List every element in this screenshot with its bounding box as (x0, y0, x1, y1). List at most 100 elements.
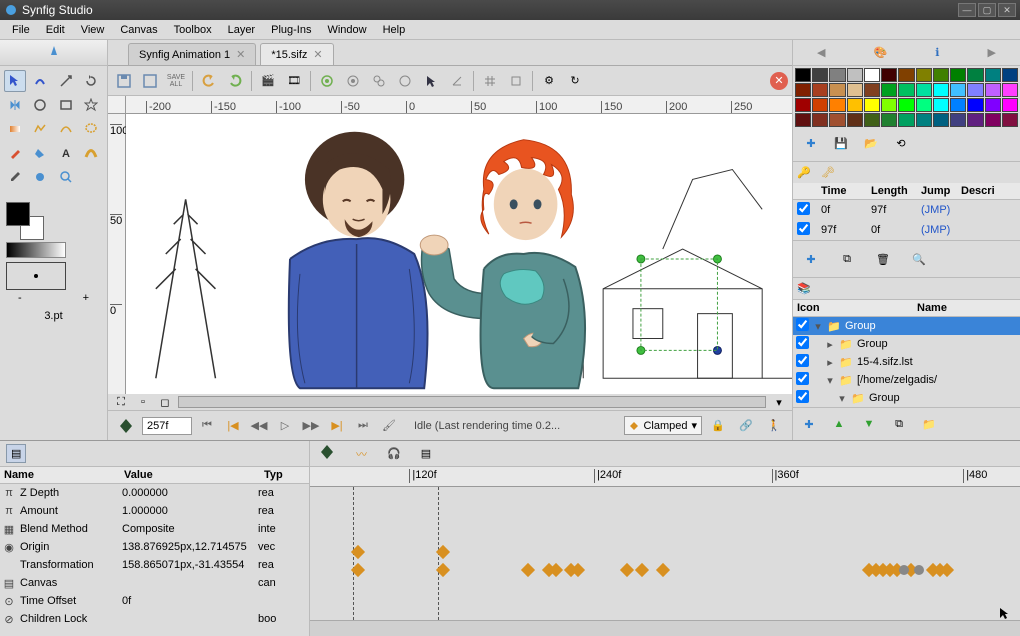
tl-tab-sound-icon[interactable]: 🎧 (387, 447, 401, 460)
nav-info-icon[interactable]: ℹ (935, 46, 939, 59)
kf-del-icon[interactable]: 🗑 (871, 247, 895, 271)
next-key-icon[interactable]: ▶| (326, 415, 348, 437)
tool-rotate[interactable] (80, 70, 102, 92)
anim-mode-icon[interactable] (114, 414, 138, 438)
palette-color[interactable] (881, 113, 897, 127)
tool-width[interactable] (80, 142, 102, 164)
menu-help[interactable]: Help (375, 22, 414, 38)
keyframe-check[interactable] (797, 202, 810, 215)
tool-scale[interactable] (55, 70, 77, 92)
palette-color[interactable] (829, 98, 845, 112)
timeline-track[interactable] (310, 487, 1020, 620)
menu-toolbox[interactable]: Toolbox (166, 22, 220, 38)
palette-color[interactable] (795, 113, 811, 127)
param-value[interactable]: 0.000000 (118, 487, 258, 499)
menu-plug-ins[interactable]: Plug-Ins (263, 22, 319, 38)
play-icon[interactable]: ▷ (274, 415, 296, 437)
palette-color[interactable] (985, 113, 1001, 127)
palette-color[interactable] (967, 113, 983, 127)
palette-default-icon[interactable]: ⟲ (889, 131, 913, 155)
nav-palette-icon[interactable]: 🎨 (874, 46, 888, 59)
keyframe-key2-icon[interactable]: 🗝 (821, 166, 835, 179)
prev-key-icon[interactable]: |◀ (222, 415, 244, 437)
mode2-icon[interactable] (367, 69, 391, 93)
menu-file[interactable]: File (4, 22, 38, 38)
palette-color[interactable] (916, 68, 932, 82)
layer-row[interactable]: ▾📁Group (793, 317, 1020, 335)
palette-color[interactable] (881, 83, 897, 97)
menu-layer[interactable]: Layer (220, 22, 264, 38)
palette-color[interactable] (1002, 113, 1018, 127)
palette-color[interactable] (812, 68, 828, 82)
zoom-1-icon[interactable]: ▫ (134, 393, 152, 411)
palette-color[interactable] (950, 83, 966, 97)
layer-up-icon[interactable]: ▲ (827, 412, 851, 436)
brush-smaller[interactable]: - (18, 292, 22, 304)
palette-color[interactable] (864, 98, 880, 112)
params-tab-icon[interactable]: ▤ (6, 444, 26, 463)
nav-next-icon[interactable]: ▶ (987, 46, 995, 59)
palette-color[interactable] (985, 98, 1001, 112)
palette-color[interactable] (898, 83, 914, 97)
palette-color[interactable] (864, 83, 880, 97)
tool-zoom[interactable] (55, 166, 77, 188)
palette-color[interactable] (812, 83, 828, 97)
menu-view[interactable]: View (73, 22, 113, 38)
menu-window[interactable]: Window (319, 22, 374, 38)
palette-color[interactable] (864, 68, 880, 82)
cursor-icon[interactable] (419, 69, 443, 93)
palette-color[interactable] (847, 83, 863, 97)
param-value[interactable]: Composite (118, 523, 258, 535)
tool-smooth-move[interactable] (29, 70, 51, 92)
layer-row[interactable]: ▸📁15-4.sifz.lst (793, 353, 1020, 371)
first-frame-icon[interactable]: ⏮ (196, 415, 218, 437)
menu-canvas[interactable]: Canvas (112, 22, 165, 38)
palette-color[interactable] (967, 83, 983, 97)
param-value[interactable]: 0f (118, 595, 258, 607)
close-button[interactable]: ✕ (998, 3, 1016, 17)
layer-row[interactable]: ▸📁Group (793, 335, 1020, 353)
keyframe-diamond[interactable] (436, 563, 450, 577)
layer-expand-icon[interactable]: ▾ (823, 374, 837, 387)
kf-add-icon[interactable]: ✚ (799, 247, 823, 271)
next-frame-icon[interactable]: ▶▶ (300, 415, 322, 437)
grid-icon[interactable] (478, 69, 502, 93)
frame-input[interactable] (142, 417, 192, 435)
keyframe-round[interactable] (914, 565, 924, 575)
menu-edit[interactable]: Edit (38, 22, 73, 38)
prev-frame-icon[interactable]: ◀◀ (248, 415, 270, 437)
layer-group-icon[interactable]: 📁 (917, 412, 941, 436)
keyframe-lock-icon[interactable]: 🔒 (706, 414, 730, 438)
tl-tab-timetrack-icon[interactable] (318, 443, 336, 464)
layer-dup-icon[interactable]: ⧉ (887, 412, 911, 436)
palette-color[interactable] (881, 98, 897, 112)
tool-polyline[interactable] (29, 118, 51, 140)
color-swatch[interactable] (6, 202, 56, 238)
timeline-ruler[interactable]: |120f|240f|360f|480 (310, 467, 1020, 487)
param-row[interactable]: ⊙Time Offset0f (0, 592, 309, 610)
save-as-icon[interactable] (138, 69, 162, 93)
keyframe-diamond[interactable] (656, 563, 670, 577)
palette-color[interactable] (847, 68, 863, 82)
palette-open-icon[interactable]: 📂 (859, 131, 883, 155)
palette-color[interactable] (933, 68, 949, 82)
onion-icon[interactable] (315, 69, 339, 93)
param-row[interactable]: πZ Depth0.000000rea (0, 484, 309, 502)
preview-icon[interactable]: 🎞 (282, 69, 306, 93)
layer-expand-icon[interactable]: ▾ (811, 320, 825, 333)
tool-pan[interactable] (29, 166, 51, 188)
palette-add-icon[interactable]: ✚ (799, 131, 823, 155)
param-value[interactable]: 158.865071px,-31.43554 (118, 559, 258, 571)
palette-color[interactable] (829, 113, 845, 127)
palette-color[interactable] (933, 98, 949, 112)
tab[interactable]: Synfig Animation 1✕ (128, 43, 256, 65)
palette-color[interactable] (898, 98, 914, 112)
layer-row[interactable]: ▾📁Group (793, 389, 1020, 407)
tool-rectangle[interactable] (55, 94, 77, 116)
palette-color[interactable] (881, 68, 897, 82)
palette-color[interactable] (967, 98, 983, 112)
palette-color[interactable] (967, 68, 983, 82)
layer-row[interactable]: ▾📁[/home/zelgadis/ (793, 371, 1020, 389)
zoom-mode-icon[interactable]: ◻ (156, 393, 174, 411)
layer-add-icon[interactable]: ✚ (797, 412, 821, 436)
